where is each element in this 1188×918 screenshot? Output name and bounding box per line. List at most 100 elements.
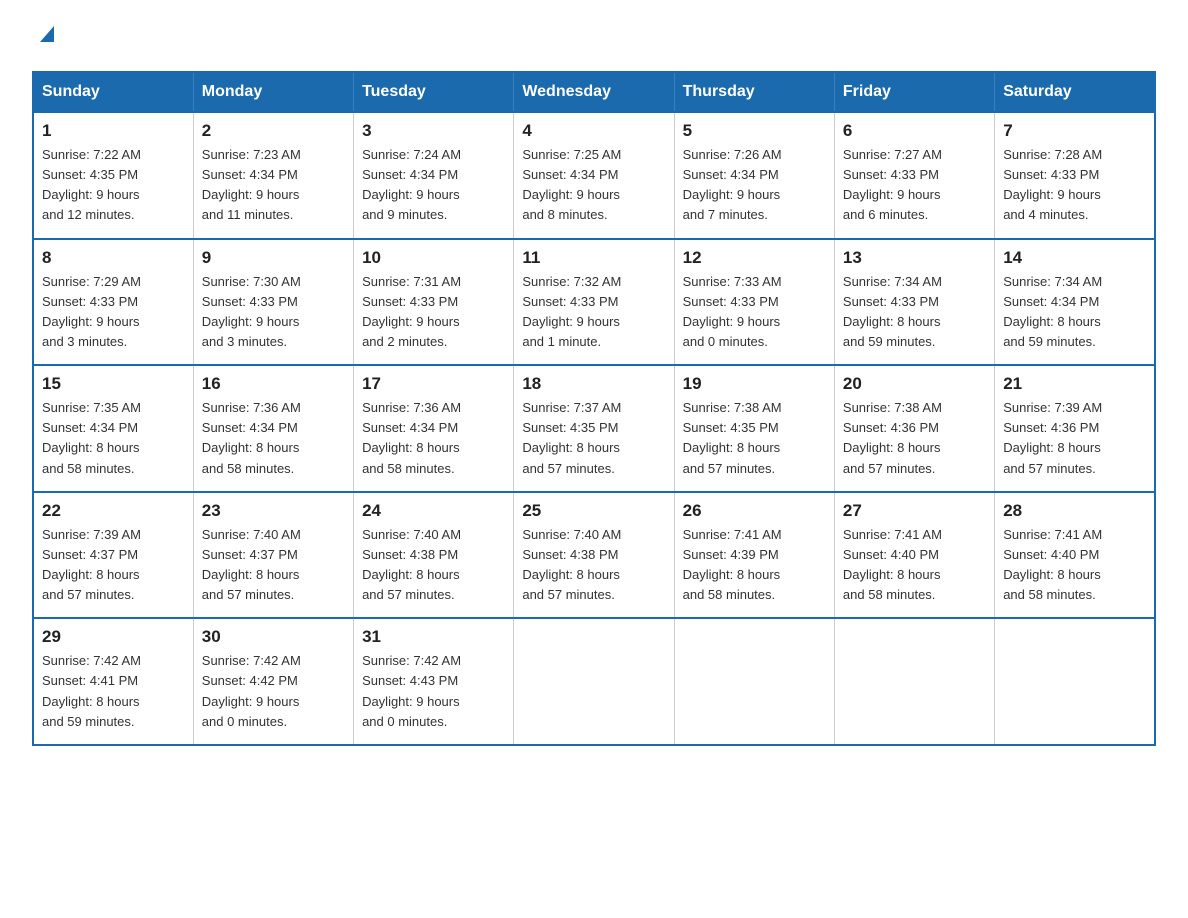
calendar-week-row: 22 Sunrise: 7:39 AMSunset: 4:37 PMDayligh… — [33, 492, 1155, 619]
calendar-cell: 13 Sunrise: 7:34 AMSunset: 4:33 PMDayligh… — [834, 239, 994, 366]
day-number: 31 — [362, 627, 505, 647]
logo-triangle-icon — [36, 22, 58, 44]
day-number: 7 — [1003, 121, 1146, 141]
day-number: 12 — [683, 248, 826, 268]
calendar-cell: 22 Sunrise: 7:39 AMSunset: 4:37 PMDayligh… — [33, 492, 193, 619]
page-header — [32, 24, 1156, 51]
day-info: Sunrise: 7:39 AMSunset: 4:37 PMDaylight:… — [42, 525, 185, 606]
day-info: Sunrise: 7:23 AMSunset: 4:34 PMDaylight:… — [202, 145, 345, 226]
day-info: Sunrise: 7:39 AMSunset: 4:36 PMDaylight:… — [1003, 398, 1146, 479]
header-wednesday: Wednesday — [514, 72, 674, 112]
day-number: 2 — [202, 121, 345, 141]
calendar-cell: 29 Sunrise: 7:42 AMSunset: 4:41 PMDayligh… — [33, 618, 193, 745]
day-number: 18 — [522, 374, 665, 394]
day-number: 11 — [522, 248, 665, 268]
day-info: Sunrise: 7:34 AMSunset: 4:33 PMDaylight:… — [843, 272, 986, 353]
day-info: Sunrise: 7:38 AMSunset: 4:36 PMDaylight:… — [843, 398, 986, 479]
day-number: 1 — [42, 121, 185, 141]
calendar-cell — [674, 618, 834, 745]
calendar-cell: 16 Sunrise: 7:36 AMSunset: 4:34 PMDayligh… — [193, 365, 353, 492]
calendar-cell: 14Sunrise: 7:34 AMSunset: 4:34 PMDayligh… — [995, 239, 1155, 366]
day-info: Sunrise: 7:36 AMSunset: 4:34 PMDaylight:… — [202, 398, 345, 479]
day-number: 13 — [843, 248, 986, 268]
day-number: 25 — [522, 501, 665, 521]
calendar-week-row: 15 Sunrise: 7:35 AMSunset: 4:34 PMDayligh… — [33, 365, 1155, 492]
day-number: 17 — [362, 374, 505, 394]
calendar-cell: 2 Sunrise: 7:23 AMSunset: 4:34 PMDaylight… — [193, 112, 353, 239]
day-header-row: SundayMondayTuesdayWednesdayThursdayFrid… — [33, 72, 1155, 112]
day-info: Sunrise: 7:42 AMSunset: 4:43 PMDaylight:… — [362, 651, 505, 732]
calendar-cell: 15 Sunrise: 7:35 AMSunset: 4:34 PMDayligh… — [33, 365, 193, 492]
calendar-cell: 27Sunrise: 7:41 AMSunset: 4:40 PMDayligh… — [834, 492, 994, 619]
day-info: Sunrise: 7:41 AMSunset: 4:40 PMDaylight:… — [843, 525, 986, 606]
day-number: 19 — [683, 374, 826, 394]
day-number: 15 — [42, 374, 185, 394]
day-number: 26 — [683, 501, 826, 521]
calendar-cell: 25 Sunrise: 7:40 AMSunset: 4:38 PMDayligh… — [514, 492, 674, 619]
day-info: Sunrise: 7:36 AMSunset: 4:34 PMDaylight:… — [362, 398, 505, 479]
calendar-table: SundayMondayTuesdayWednesdayThursdayFrid… — [32, 71, 1156, 746]
day-number: 23 — [202, 501, 345, 521]
calendar-cell: 21 Sunrise: 7:39 AMSunset: 4:36 PMDayligh… — [995, 365, 1155, 492]
calendar-cell: 11 Sunrise: 7:32 AMSunset: 4:33 PMDayligh… — [514, 239, 674, 366]
calendar-body: 1 Sunrise: 7:22 AMSunset: 4:35 PMDaylight… — [33, 112, 1155, 745]
day-number: 28 — [1003, 501, 1146, 521]
day-number: 21 — [1003, 374, 1146, 394]
calendar-cell: 19 Sunrise: 7:38 AMSunset: 4:35 PMDayligh… — [674, 365, 834, 492]
calendar-cell: 9 Sunrise: 7:30 AMSunset: 4:33 PMDaylight… — [193, 239, 353, 366]
day-number: 5 — [683, 121, 826, 141]
calendar-cell: 30 Sunrise: 7:42 AMSunset: 4:42 PMDayligh… — [193, 618, 353, 745]
calendar-cell: 1 Sunrise: 7:22 AMSunset: 4:35 PMDaylight… — [33, 112, 193, 239]
day-info: Sunrise: 7:33 AMSunset: 4:33 PMDaylight:… — [683, 272, 826, 353]
day-info: Sunrise: 7:41 AMSunset: 4:39 PMDaylight:… — [683, 525, 826, 606]
calendar-cell: 24 Sunrise: 7:40 AMSunset: 4:38 PMDayligh… — [354, 492, 514, 619]
day-number: 9 — [202, 248, 345, 268]
day-info: Sunrise: 7:25 AMSunset: 4:34 PMDaylight:… — [522, 145, 665, 226]
calendar-week-row: 8Sunrise: 7:29 AMSunset: 4:33 PMDaylight… — [33, 239, 1155, 366]
day-info: Sunrise: 7:38 AMSunset: 4:35 PMDaylight:… — [683, 398, 826, 479]
day-info: Sunrise: 7:35 AMSunset: 4:34 PMDaylight:… — [42, 398, 185, 479]
logo — [32, 24, 58, 51]
day-info: Sunrise: 7:42 AMSunset: 4:42 PMDaylight:… — [202, 651, 345, 732]
day-info: Sunrise: 7:27 AMSunset: 4:33 PMDaylight:… — [843, 145, 986, 226]
calendar-cell: 26 Sunrise: 7:41 AMSunset: 4:39 PMDayligh… — [674, 492, 834, 619]
calendar-cell: 10 Sunrise: 7:31 AMSunset: 4:33 PMDayligh… — [354, 239, 514, 366]
day-number: 6 — [843, 121, 986, 141]
calendar-cell: 23 Sunrise: 7:40 AMSunset: 4:37 PMDayligh… — [193, 492, 353, 619]
day-info: Sunrise: 7:32 AMSunset: 4:33 PMDaylight:… — [522, 272, 665, 353]
calendar-cell: 3Sunrise: 7:24 AMSunset: 4:34 PMDaylight… — [354, 112, 514, 239]
header-thursday: Thursday — [674, 72, 834, 112]
calendar-cell: 12 Sunrise: 7:33 AMSunset: 4:33 PMDayligh… — [674, 239, 834, 366]
day-info: Sunrise: 7:30 AMSunset: 4:33 PMDaylight:… — [202, 272, 345, 353]
day-info: Sunrise: 7:37 AMSunset: 4:35 PMDaylight:… — [522, 398, 665, 479]
day-number: 30 — [202, 627, 345, 647]
calendar-cell: 7 Sunrise: 7:28 AMSunset: 4:33 PMDaylight… — [995, 112, 1155, 239]
header-tuesday: Tuesday — [354, 72, 514, 112]
day-number: 4 — [522, 121, 665, 141]
day-info: Sunrise: 7:28 AMSunset: 4:33 PMDaylight:… — [1003, 145, 1146, 226]
day-info: Sunrise: 7:40 AMSunset: 4:38 PMDaylight:… — [362, 525, 505, 606]
day-info: Sunrise: 7:31 AMSunset: 4:33 PMDaylight:… — [362, 272, 505, 353]
day-info: Sunrise: 7:40 AMSunset: 4:37 PMDaylight:… — [202, 525, 345, 606]
calendar-cell: 6 Sunrise: 7:27 AMSunset: 4:33 PMDaylight… — [834, 112, 994, 239]
header-saturday: Saturday — [995, 72, 1155, 112]
day-number: 29 — [42, 627, 185, 647]
day-number: 8 — [42, 248, 185, 268]
calendar-cell: 18 Sunrise: 7:37 AMSunset: 4:35 PMDayligh… — [514, 365, 674, 492]
day-number: 10 — [362, 248, 505, 268]
calendar-cell: 4 Sunrise: 7:25 AMSunset: 4:34 PMDaylight… — [514, 112, 674, 239]
header-sunday: Sunday — [33, 72, 193, 112]
day-info: Sunrise: 7:40 AMSunset: 4:38 PMDaylight:… — [522, 525, 665, 606]
calendar-cell: 8Sunrise: 7:29 AMSunset: 4:33 PMDaylight… — [33, 239, 193, 366]
calendar-cell — [834, 618, 994, 745]
day-info: Sunrise: 7:42 AMSunset: 4:41 PMDaylight:… — [42, 651, 185, 732]
day-info: Sunrise: 7:22 AMSunset: 4:35 PMDaylight:… — [42, 145, 185, 226]
header-friday: Friday — [834, 72, 994, 112]
day-number: 22 — [42, 501, 185, 521]
calendar-week-row: 29 Sunrise: 7:42 AMSunset: 4:41 PMDayligh… — [33, 618, 1155, 745]
day-info: Sunrise: 7:41 AMSunset: 4:40 PMDaylight:… — [1003, 525, 1146, 606]
day-number: 16 — [202, 374, 345, 394]
calendar-cell: 31 Sunrise: 7:42 AMSunset: 4:43 PMDayligh… — [354, 618, 514, 745]
day-number: 24 — [362, 501, 505, 521]
calendar-cell — [514, 618, 674, 745]
